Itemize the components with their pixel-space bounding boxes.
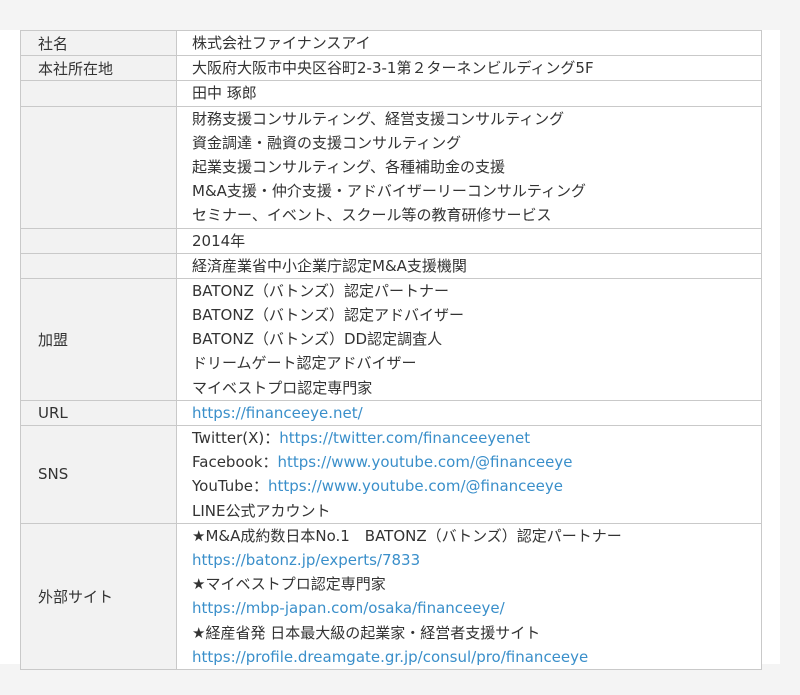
service-item: M&A支援・仲介支援・アドバイザーリーコンサルティング (192, 182, 587, 201)
facebook-link[interactable]: https://www.youtube.com/@financeeye (277, 453, 572, 471)
table-row-headquarters: 本社所在地 大阪府大阪市中央区谷町2-3-1第２ターネンビルディング5F (20, 55, 762, 82)
external-site-title: ★経産省発 日本最大級の起業家・経営者支援サイト (192, 623, 541, 642)
row-value: 大阪府大阪市中央区谷町2-3-1第２ターネンビルディング5F (176, 55, 762, 82)
table-row-url: URL https://financeeye.net/ (20, 399, 762, 427)
established-year-text: 2014年 (192, 231, 246, 250)
line-account-text: LINE公式アカウント (192, 501, 331, 520)
sns-facebook-line: Facebook：https://www.youtube.com/@financ… (192, 450, 761, 474)
row-value: 財務支援コンサルティング、経営支援コンサルティング 資金調達・融資の支援コンサル… (176, 105, 762, 229)
website-link[interactable]: https://financeeye.net/ (192, 404, 363, 422)
external-site-title: ★M&A成約数日本No.1 BATONZ（バトンズ）認定パートナー (192, 526, 622, 545)
row-value: https://financeeye.net/ (176, 399, 762, 427)
row-label: 社名 (20, 29, 177, 57)
table-row-established: 2014年 (20, 227, 762, 254)
company-name-text: 株式会社ファイナンスアイ (192, 34, 371, 52)
table-row-certification: 経済産業省中小企業庁認定M&A支援機関 (20, 252, 762, 279)
batonz-link[interactable]: https://batonz.jp/experts/7833 (192, 551, 420, 569)
row-label (20, 80, 177, 107)
dreamgate-link[interactable]: https://profile.dreamgate.gr.jp/consul/p… (192, 648, 588, 666)
row-value: ★M&A成約数日本No.1 BATONZ（バトンズ）認定パートナー https:… (176, 522, 762, 670)
row-value: Twitter(X)：https://twitter.com/financeey… (176, 425, 762, 524)
company-info-table: 社名 株式会社ファイナンスアイ 本社所在地 大阪府大阪市中央区谷町2-3-1第２… (20, 29, 762, 670)
membership-item: BATONZ（バトンズ）認定アドバイザー (192, 306, 465, 325)
table-row-membership: 加盟 BATONZ（バトンズ）認定パートナー BATONZ（バトンズ）認定アドバ… (20, 277, 762, 401)
youtube-prefix: YouTube： (192, 477, 268, 496)
row-label (20, 227, 177, 254)
table-row-company-name: 社名 株式会社ファイナンスアイ (20, 29, 762, 57)
service-item: セミナー、イベント、スクール等の教育研修サービス (192, 206, 552, 225)
row-value: 2014年 (176, 227, 762, 254)
row-value: 経済産業省中小企業庁認定M&A支援機関 (176, 252, 762, 279)
membership-item: ドリームゲート認定アドバイザー (192, 354, 417, 373)
representative-text: 田中 琢郎 (192, 84, 257, 103)
table-row-sns: SNS Twitter(X)：https://twitter.com/finan… (20, 425, 762, 524)
table-row-external-sites: 外部サイト ★M&A成約数日本No.1 BATONZ（バトンズ）認定パートナー … (20, 522, 762, 670)
external-site-title: ★マイベストプロ認定専門家 (192, 575, 386, 594)
twitter-prefix: Twitter(X)： (192, 429, 280, 447)
row-label: 外部サイト (20, 522, 177, 670)
sns-twitter-line: Twitter(X)：https://twitter.com/financeey… (192, 426, 761, 450)
table-row-services: 財務支援コンサルティング、経営支援コンサルティング 資金調達・融資の支援コンサル… (20, 105, 762, 229)
row-label: URL (20, 399, 177, 427)
twitter-link[interactable]: https://twitter.com/financeeyenet (279, 429, 530, 447)
row-label: SNS (20, 425, 177, 524)
membership-item: BATONZ（バトンズ）DD認定調査人 (192, 330, 443, 349)
service-item: 資金調達・融資の支援コンサルティング (192, 133, 462, 152)
membership-item: マイベストプロ認定専門家 (192, 378, 373, 397)
address-text: 大阪府大阪市中央区谷町2-3-1第２ターネンビルディング5F (192, 59, 594, 78)
row-value: 田中 琢郎 (176, 80, 762, 107)
row-value: 株式会社ファイナンスアイ (176, 29, 762, 57)
service-item: 起業支援コンサルティング、各種補助金の支援 (192, 157, 506, 176)
sns-youtube-line: YouTube：https://www.youtube.com/@finance… (192, 474, 761, 498)
membership-item: BATONZ（バトンズ）認定パートナー (192, 281, 450, 300)
mybestpro-link[interactable]: https://mbp-japan.com/osaka/financeeye/ (192, 599, 505, 617)
row-label (20, 252, 177, 279)
company-profile-page: 社名 株式会社ファイナンスアイ 本社所在地 大阪府大阪市中央区谷町2-3-1第２… (0, 0, 800, 695)
row-label (20, 105, 177, 229)
certification-text: 経済産業省中小企業庁認定M&A支援機関 (192, 256, 467, 275)
table-row-representative: 田中 琢郎 (20, 80, 762, 107)
row-value: BATONZ（バトンズ）認定パートナー BATONZ（バトンズ）認定アドバイザー… (176, 277, 762, 401)
row-label: 加盟 (20, 277, 177, 401)
service-item: 財務支援コンサルティング、経営支援コンサルティング (192, 109, 565, 128)
facebook-prefix: Facebook： (192, 453, 278, 472)
row-label: 本社所在地 (20, 55, 177, 82)
youtube-link[interactable]: https://www.youtube.com/@financeeye (268, 477, 563, 495)
